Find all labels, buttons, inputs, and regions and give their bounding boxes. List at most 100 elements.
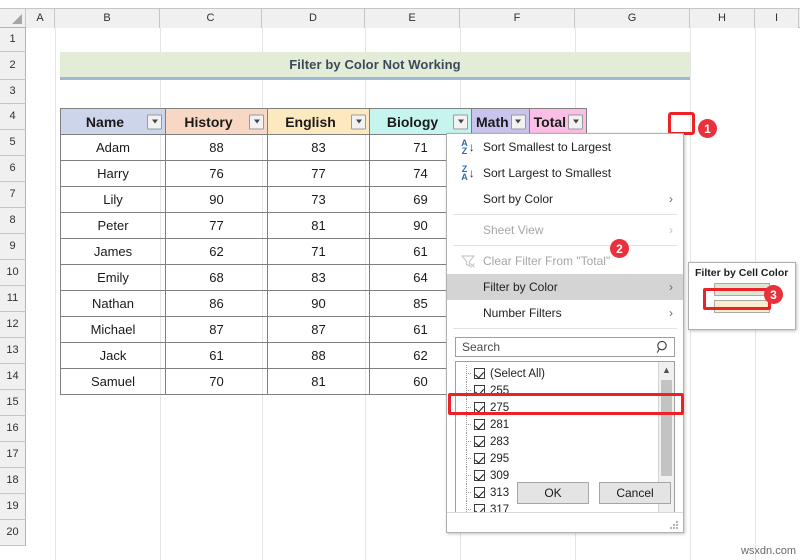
row-header-11[interactable]: 11 [0, 286, 26, 312]
filter-dropdown-icon-biology[interactable] [453, 114, 468, 129]
row-header-6[interactable]: 6 [0, 156, 26, 182]
cell-english[interactable]: 90 [267, 290, 370, 317]
row-header-14[interactable]: 14 [0, 364, 26, 390]
cell-history[interactable]: 62 [165, 238, 268, 265]
cell-name[interactable]: Jack [60, 342, 166, 369]
row-header-3[interactable]: 3 [0, 80, 26, 104]
header-cell-biology[interactable]: Biology [369, 108, 472, 135]
filter-list-item[interactable]: 295 [462, 450, 674, 467]
cell-name[interactable]: Emily [60, 264, 166, 291]
filter-list-item[interactable]: 283 [462, 433, 674, 450]
filter-dropdown-icon-total[interactable] [568, 114, 584, 129]
column-header-d[interactable]: D [262, 9, 365, 28]
column-header-b[interactable]: B [55, 9, 160, 28]
filter-dropdown-icon-name[interactable] [147, 114, 162, 129]
scrollbar-thumb[interactable] [661, 380, 672, 476]
row-header-2[interactable]: 2 [0, 52, 26, 80]
menu-item-number-filters[interactable]: Number Filters › [447, 300, 683, 326]
row-header-18[interactable]: 18 [0, 468, 26, 494]
checkbox-checked-icon[interactable] [474, 419, 485, 430]
cell-history[interactable]: 70 [165, 368, 268, 395]
row-header-17[interactable]: 17 [0, 442, 26, 468]
cell-history[interactable]: 88 [165, 134, 268, 161]
row-header-19[interactable]: 19 [0, 494, 26, 520]
menu-item-sort-by-color[interactable]: Sort by Color › [447, 186, 683, 212]
row-header-20[interactable]: 20 [0, 520, 26, 546]
checkbox-checked-icon[interactable] [474, 402, 485, 413]
row-header-1[interactable]: 1 [0, 28, 26, 52]
cell-english[interactable]: 81 [267, 212, 370, 239]
filter-list-item[interactable]: (Select All) [462, 365, 674, 382]
cell-name[interactable]: Michael [60, 316, 166, 343]
filter-dropdown-icon-history[interactable] [249, 114, 264, 129]
row-header-13[interactable]: 13 [0, 338, 26, 364]
cell-name[interactable]: Nathan [60, 290, 166, 317]
column-header-h[interactable]: H [690, 9, 755, 28]
scroll-up-icon[interactable]: ▲ [659, 362, 674, 378]
filter-dropdown-icon-math[interactable] [510, 114, 526, 129]
color-swatch-cream[interactable] [714, 300, 770, 313]
column-header-a[interactable]: A [26, 9, 55, 28]
cell-english[interactable]: 71 [267, 238, 370, 265]
checkbox-checked-icon[interactable] [474, 453, 485, 464]
filter-list-item[interactable]: 255 [462, 382, 674, 399]
cell-name[interactable]: Peter [60, 212, 166, 239]
cell-history[interactable]: 77 [165, 212, 268, 239]
menu-item-label: Number Filters [483, 306, 562, 320]
menu-item-sort-smallest-to-largest[interactable]: A Z ↓ Sort Smallest to Largest [447, 134, 683, 160]
row-header-4[interactable]: 4 [0, 104, 26, 130]
column-header-e[interactable]: E [365, 9, 460, 28]
column-header-f[interactable]: F [460, 9, 575, 28]
row-header-15[interactable]: 15 [0, 390, 26, 416]
cell-english[interactable]: 83 [267, 134, 370, 161]
column-header-i[interactable]: I [755, 9, 799, 28]
cell-name[interactable]: Samuel [60, 368, 166, 395]
header-cell-history[interactable]: History [165, 108, 268, 135]
resize-grip-icon[interactable] [670, 520, 679, 529]
row-header-9[interactable]: 9 [0, 234, 26, 260]
header-cell-english[interactable]: English [267, 108, 370, 135]
cell-name[interactable]: Adam [60, 134, 166, 161]
cell-history[interactable]: 68 [165, 264, 268, 291]
menu-item-sort-largest-to-smallest[interactable]: Z A ↓ Sort Largest to Smallest [447, 160, 683, 186]
filter-dropdown-icon-english[interactable] [351, 114, 366, 129]
checkbox-checked-icon[interactable] [474, 436, 485, 447]
column-header-g[interactable]: G [575, 9, 690, 28]
ok-button[interactable]: OK [517, 482, 589, 504]
checkbox-checked-icon[interactable] [474, 368, 485, 379]
cell-name[interactable]: James [60, 238, 166, 265]
cell-english[interactable]: 73 [267, 186, 370, 213]
cell-english[interactable]: 81 [267, 368, 370, 395]
menu-item-sheet-view: Sheet View › [447, 217, 683, 243]
cell-history[interactable]: 61 [165, 342, 268, 369]
menu-item-filter-by-color[interactable]: Filter by Color › [447, 274, 683, 300]
header-cell-total[interactable]: Total [528, 108, 588, 135]
cell-history[interactable]: 87 [165, 316, 268, 343]
color-swatch-green[interactable] [714, 283, 770, 296]
row-header-16[interactable]: 16 [0, 416, 26, 442]
cancel-button[interactable]: Cancel [599, 482, 671, 504]
filter-list-item[interactable]: 281 [462, 416, 674, 433]
row-header-5[interactable]: 5 [0, 130, 26, 156]
cell-history[interactable]: 76 [165, 160, 268, 187]
row-header-12[interactable]: 12 [0, 312, 26, 338]
row-header-10[interactable]: 10 [0, 260, 26, 286]
cell-english[interactable]: 83 [267, 264, 370, 291]
cell-english[interactable]: 77 [267, 160, 370, 187]
search-input[interactable] [460, 339, 656, 355]
cell-english[interactable]: 88 [267, 342, 370, 369]
search-box[interactable] [455, 337, 675, 357]
column-header-c[interactable]: C [160, 9, 262, 28]
select-all-corner[interactable] [0, 9, 26, 27]
row-header-8[interactable]: 8 [0, 208, 26, 234]
filter-list-item[interactable]: 275 [462, 399, 674, 416]
cell-history[interactable]: 86 [165, 290, 268, 317]
cell-name[interactable]: Harry [60, 160, 166, 187]
row-header-7[interactable]: 7 [0, 182, 26, 208]
cell-history[interactable]: 90 [165, 186, 268, 213]
header-cell-name[interactable]: Name [60, 108, 166, 135]
cell-english[interactable]: 87 [267, 316, 370, 343]
cell-name[interactable]: Lily [60, 186, 166, 213]
header-cell-math[interactable]: Math [471, 108, 530, 135]
checkbox-checked-icon[interactable] [474, 385, 485, 396]
